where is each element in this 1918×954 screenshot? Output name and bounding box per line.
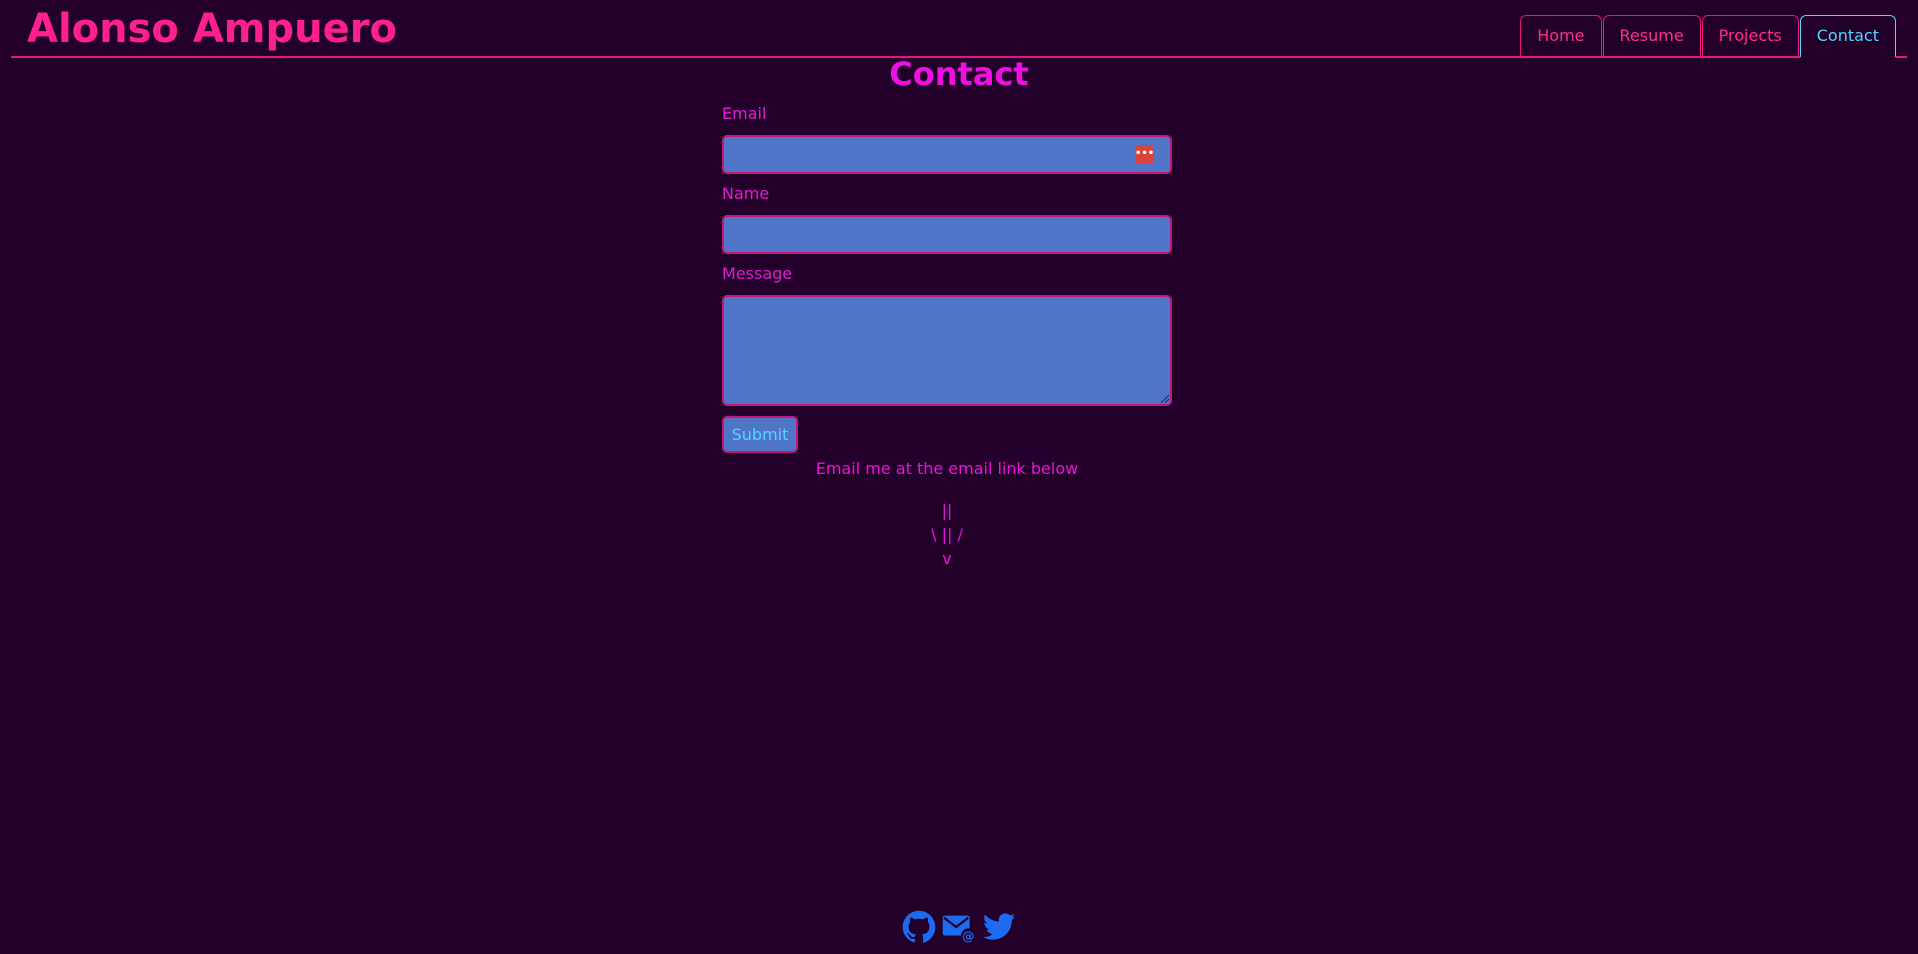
contact-form: Email ••• Name Message Submit: [722, 104, 1172, 453]
twitter-icon[interactable]: [982, 910, 1016, 944]
nav-tabs: Home Resume Projects Contact: [1520, 15, 1896, 58]
down-arrow-art: || \ || / v: [0, 499, 1894, 571]
message-label: Message: [722, 264, 793, 283]
svg-text:@: @: [962, 929, 975, 944]
tab-resume[interactable]: Resume: [1602, 15, 1701, 56]
page-title: Contact: [889, 55, 1029, 93]
github-icon[interactable]: [902, 910, 936, 944]
site-header: Alonso Ampuero Home Resume Projects Cont…: [11, 0, 1907, 58]
email-field[interactable]: •••: [722, 135, 1172, 174]
tab-contact[interactable]: Contact: [1799, 15, 1896, 58]
message-field[interactable]: [722, 295, 1172, 406]
tab-home[interactable]: Home: [1520, 15, 1602, 56]
site-title[interactable]: Alonso Ampuero: [27, 6, 397, 52]
name-label: Name: [722, 184, 770, 203]
arrow-line: \ || /: [931, 525, 963, 544]
tab-projects[interactable]: Projects: [1701, 15, 1799, 56]
arrow-line: ||: [941, 501, 953, 520]
email-label: Email: [722, 104, 767, 123]
arrow-line: v: [942, 549, 952, 568]
email-note: Email me at the email link below: [815, 459, 1079, 478]
name-field[interactable]: [722, 215, 1172, 254]
resize-handle-icon[interactable]: [1161, 395, 1169, 403]
social-links: @: [0, 910, 1918, 944]
email-icon[interactable]: @: [942, 910, 976, 944]
password-manager-icon[interactable]: •••: [1135, 145, 1154, 164]
submit-button[interactable]: Submit: [722, 416, 798, 453]
